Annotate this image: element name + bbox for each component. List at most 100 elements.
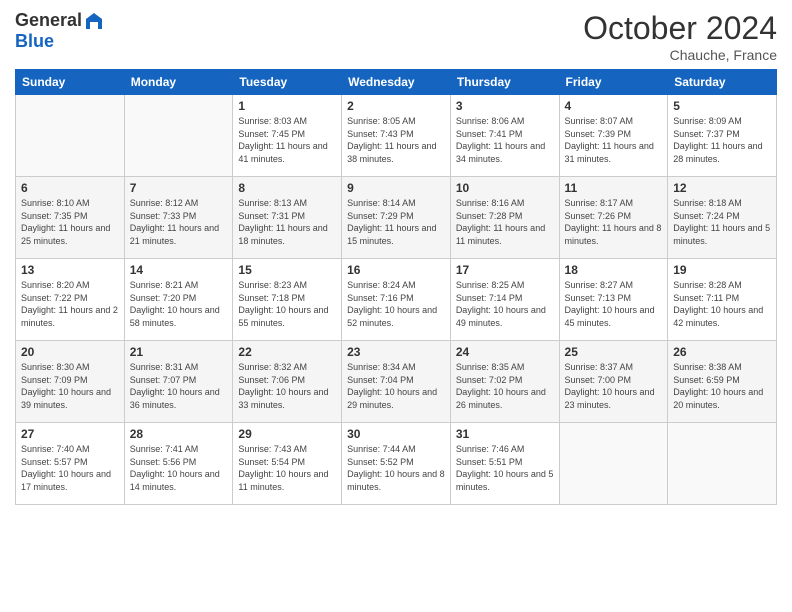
sunset-text: Sunset: 7:11 PM <box>673 292 771 305</box>
daylight-text: Daylight: 10 hours and 36 minutes. <box>130 386 228 411</box>
sunset-text: Sunset: 7:04 PM <box>347 374 445 387</box>
day-info: Sunrise: 8:14 AMSunset: 7:29 PMDaylight:… <box>347 197 445 247</box>
day-number: 2 <box>347 99 445 113</box>
daylight-text: Daylight: 11 hours and 34 minutes. <box>456 140 554 165</box>
day-number: 28 <box>130 427 228 441</box>
calendar-cell: 20Sunrise: 8:30 AMSunset: 7:09 PMDayligh… <box>16 341 125 423</box>
calendar-week-row: 20Sunrise: 8:30 AMSunset: 7:09 PMDayligh… <box>16 341 777 423</box>
calendar-cell: 25Sunrise: 8:37 AMSunset: 7:00 PMDayligh… <box>559 341 668 423</box>
sunset-text: Sunset: 7:13 PM <box>565 292 663 305</box>
calendar-cell: 13Sunrise: 8:20 AMSunset: 7:22 PMDayligh… <box>16 259 125 341</box>
daylight-text: Daylight: 10 hours and 23 minutes. <box>565 386 663 411</box>
sunrise-text: Sunrise: 8:20 AM <box>21 279 119 292</box>
calendar-cell: 15Sunrise: 8:23 AMSunset: 7:18 PMDayligh… <box>233 259 342 341</box>
calendar-week-row: 1Sunrise: 8:03 AMSunset: 7:45 PMDaylight… <box>16 95 777 177</box>
daylight-text: Daylight: 11 hours and 15 minutes. <box>347 222 445 247</box>
day-number: 14 <box>130 263 228 277</box>
sunset-text: Sunset: 7:28 PM <box>456 210 554 223</box>
daylight-text: Daylight: 10 hours and 5 minutes. <box>456 468 554 493</box>
sunrise-text: Sunrise: 8:09 AM <box>673 115 771 128</box>
calendar-cell: 4 Sunrise: 8:07 AMSunset: 7:39 PMDaylight… <box>559 95 668 177</box>
day-info: Sunrise: 8:32 AMSunset: 7:06 PMDaylight:… <box>238 361 336 411</box>
day-info: Sunrise: 8:35 AMSunset: 7:02 PMDaylight:… <box>456 361 554 411</box>
sunset-text: Sunset: 7:06 PM <box>238 374 336 387</box>
day-info: Sunrise: 8:09 AMSunset: 7:37 PMDaylight:… <box>673 115 771 165</box>
day-number: 15 <box>238 263 336 277</box>
sunset-text: Sunset: 7:14 PM <box>456 292 554 305</box>
day-number: 21 <box>130 345 228 359</box>
sunset-text: Sunset: 7:33 PM <box>130 210 228 223</box>
sunset-text: Sunset: 5:57 PM <box>21 456 119 469</box>
calendar-cell: 24Sunrise: 8:35 AMSunset: 7:02 PMDayligh… <box>450 341 559 423</box>
sunset-text: Sunset: 7:09 PM <box>21 374 119 387</box>
calendar-cell: 6Sunrise: 8:10 AMSunset: 7:35 PMDaylight… <box>16 177 125 259</box>
sunset-text: Sunset: 7:29 PM <box>347 210 445 223</box>
logo-icon <box>84 11 104 31</box>
calendar-cell: 9Sunrise: 8:14 AMSunset: 7:29 PMDaylight… <box>342 177 451 259</box>
weekday-header-saturday: Saturday <box>668 70 777 95</box>
sunset-text: Sunset: 7:02 PM <box>456 374 554 387</box>
sunset-text: Sunset: 7:39 PM <box>565 128 663 141</box>
calendar-cell: 7Sunrise: 8:12 AMSunset: 7:33 PMDaylight… <box>124 177 233 259</box>
calendar-cell: 21Sunrise: 8:31 AMSunset: 7:07 PMDayligh… <box>124 341 233 423</box>
day-info: Sunrise: 8:21 AMSunset: 7:20 PMDaylight:… <box>130 279 228 329</box>
calendar-cell: 22 Sunrise: 8:32 AMSunset: 7:06 PMDayligh… <box>233 341 342 423</box>
day-number: 4 <box>565 99 663 113</box>
calendar-cell: 11Sunrise: 8:17 AMSunset: 7:26 PMDayligh… <box>559 177 668 259</box>
sunrise-text: Sunrise: 8:34 AM <box>347 361 445 374</box>
daylight-text: Daylight: 11 hours and 38 minutes. <box>347 140 445 165</box>
sunrise-text: Sunrise: 8:12 AM <box>130 197 228 210</box>
daylight-text: Daylight: 11 hours and 2 minutes. <box>21 304 119 329</box>
daylight-text: Daylight: 11 hours and 8 minutes. <box>565 222 663 247</box>
sunrise-text: Sunrise: 8:13 AM <box>238 197 336 210</box>
day-info: Sunrise: 8:16 AMSunset: 7:28 PMDaylight:… <box>456 197 554 247</box>
sunrise-text: Sunrise: 8:28 AM <box>673 279 771 292</box>
day-number: 26 <box>673 345 771 359</box>
daylight-text: Daylight: 11 hours and 41 minutes. <box>238 140 336 165</box>
sunset-text: Sunset: 5:52 PM <box>347 456 445 469</box>
day-info: Sunrise: 8:37 AMSunset: 7:00 PMDaylight:… <box>565 361 663 411</box>
daylight-text: Daylight: 10 hours and 17 minutes. <box>21 468 119 493</box>
day-number: 17 <box>456 263 554 277</box>
sunrise-text: Sunrise: 8:16 AM <box>456 197 554 210</box>
day-info: Sunrise: 8:20 AMSunset: 7:22 PMDaylight:… <box>21 279 119 329</box>
calendar-cell: 31Sunrise: 7:46 AMSunset: 5:51 PMDayligh… <box>450 423 559 505</box>
sunset-text: Sunset: 6:59 PM <box>673 374 771 387</box>
sunrise-text: Sunrise: 7:43 AM <box>238 443 336 456</box>
sunrise-text: Sunrise: 8:21 AM <box>130 279 228 292</box>
daylight-text: Daylight: 11 hours and 18 minutes. <box>238 222 336 247</box>
location: Chauche, France <box>583 47 777 63</box>
day-info: Sunrise: 8:28 AMSunset: 7:11 PMDaylight:… <box>673 279 771 329</box>
day-number: 27 <box>21 427 119 441</box>
day-number: 11 <box>565 181 663 195</box>
day-info: Sunrise: 8:38 AMSunset: 6:59 PMDaylight:… <box>673 361 771 411</box>
day-info: Sunrise: 8:18 AMSunset: 7:24 PMDaylight:… <box>673 197 771 247</box>
page: General Blue October 2024 Chauche, Franc… <box>0 0 792 612</box>
calendar-cell: 17Sunrise: 8:25 AMSunset: 7:14 PMDayligh… <box>450 259 559 341</box>
sunset-text: Sunset: 7:20 PM <box>130 292 228 305</box>
title-area: October 2024 Chauche, France <box>583 10 777 63</box>
day-info: Sunrise: 8:03 AMSunset: 7:45 PMDaylight:… <box>238 115 336 165</box>
sunrise-text: Sunrise: 8:06 AM <box>456 115 554 128</box>
daylight-text: Daylight: 10 hours and 11 minutes. <box>238 468 336 493</box>
weekday-header-row: SundayMondayTuesdayWednesdayThursdayFrid… <box>16 70 777 95</box>
sunset-text: Sunset: 7:26 PM <box>565 210 663 223</box>
daylight-text: Daylight: 11 hours and 31 minutes. <box>565 140 663 165</box>
day-info: Sunrise: 8:10 AMSunset: 7:35 PMDaylight:… <box>21 197 119 247</box>
day-info: Sunrise: 8:07 AMSunset: 7:39 PMDaylight:… <box>565 115 663 165</box>
calendar-cell <box>668 423 777 505</box>
calendar-cell: 29 Sunrise: 7:43 AMSunset: 5:54 PMDayligh… <box>233 423 342 505</box>
daylight-text: Daylight: 10 hours and 26 minutes. <box>456 386 554 411</box>
day-number: 18 <box>565 263 663 277</box>
header: General Blue October 2024 Chauche, Franc… <box>15 10 777 63</box>
daylight-text: Daylight: 10 hours and 14 minutes. <box>130 468 228 493</box>
day-number: 22 <box>238 345 336 359</box>
sunset-text: Sunset: 7:43 PM <box>347 128 445 141</box>
day-info: Sunrise: 8:05 AMSunset: 7:43 PMDaylight:… <box>347 115 445 165</box>
day-info: Sunrise: 8:06 AMSunset: 7:41 PMDaylight:… <box>456 115 554 165</box>
calendar-cell: 23Sunrise: 8:34 AMSunset: 7:04 PMDayligh… <box>342 341 451 423</box>
day-number: 31 <box>456 427 554 441</box>
day-number: 30 <box>347 427 445 441</box>
sunset-text: Sunset: 5:54 PM <box>238 456 336 469</box>
day-number: 29 <box>238 427 336 441</box>
